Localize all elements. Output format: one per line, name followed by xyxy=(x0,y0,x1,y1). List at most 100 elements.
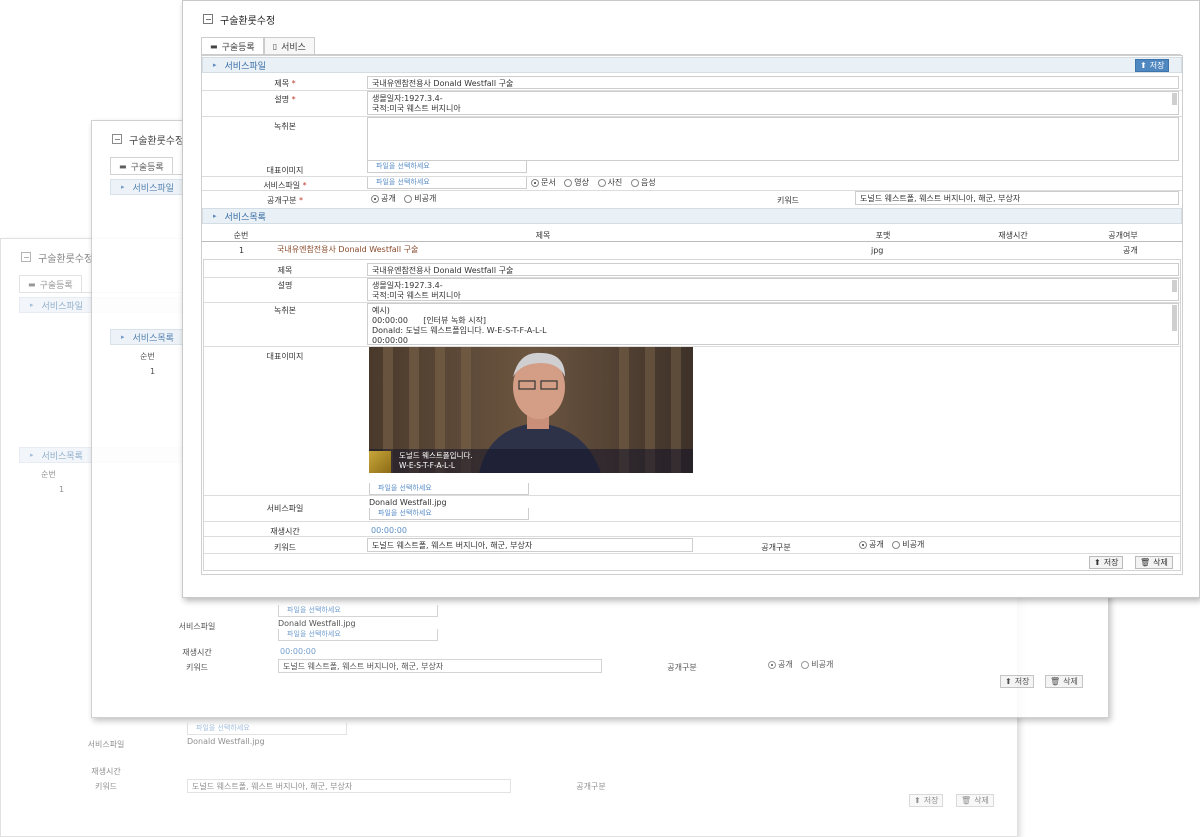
detail-title-input[interactable]: 국내유엔참전용사 Donald Westfall 구술 xyxy=(367,263,1179,276)
service-file-link[interactable]: 파일을 선택하세요 xyxy=(278,629,438,641)
divider xyxy=(204,277,1180,278)
row-title-link[interactable]: 국내유엔참전용사 Donald Westfall 구술 xyxy=(277,244,418,255)
tab-label: 구술등록 xyxy=(39,280,73,291)
list-icon: ▬ xyxy=(210,41,218,51)
tab-register[interactable]: ▬ 구술등록 xyxy=(110,157,173,174)
label-service-file: 서비스파일 xyxy=(178,622,216,631)
detail-service-file-name: Donald Westfall.jpg xyxy=(369,498,447,507)
detail-keyword-input[interactable]: 도널드 웨스트폴, 웨스트 버지니아, 해군, 부상자 xyxy=(367,538,693,552)
section-title: 서비스파일 xyxy=(41,301,83,312)
radio-label: 비공개 xyxy=(811,660,834,669)
radio-label: 문서 xyxy=(541,178,556,187)
divider xyxy=(202,190,1182,191)
label-duration: 재생시간 xyxy=(182,648,212,657)
service-file-link[interactable]: 파일을 선택하세요 xyxy=(367,177,527,189)
keyword-input[interactable]: 도널드 웨스트폴, 웨스트 버지니아, 해군, 부상자 xyxy=(278,659,602,673)
label-detail-rep-image: 대표이미지 xyxy=(266,352,304,361)
row-index: 1 xyxy=(150,367,156,376)
service-file-name: Donald Westfall.jpg xyxy=(278,619,356,628)
window-title: 구술환룻수정 xyxy=(129,135,185,147)
divider xyxy=(202,176,1182,177)
edit-button[interactable]: ⬆ 저장 xyxy=(1000,675,1035,688)
label-text: 공개구분 xyxy=(267,196,297,205)
caption-badge xyxy=(369,451,391,473)
label-keyword: 키워드 xyxy=(94,782,118,791)
radio-public[interactable]: 공개 xyxy=(371,193,396,204)
col-title-header: 제목 xyxy=(535,231,551,240)
tab-register[interactable]: ▬ 구술등록 xyxy=(19,275,82,292)
label-text: 제목 xyxy=(274,79,290,88)
edit-doc-icon xyxy=(112,134,122,144)
radio-private[interactable]: 비공개 xyxy=(892,539,924,550)
radio-circle-icon xyxy=(801,660,810,669)
detail-transcript-textarea[interactable]: 예시) 00:00:00 [인터뷰 녹화 시작] Donald: 도널드 웨스트… xyxy=(367,303,1179,345)
scrollbar[interactable] xyxy=(1172,305,1177,331)
delete-button[interactable]: 🗑 삭제 xyxy=(1135,556,1173,569)
detail-service-file-link[interactable]: 파일을 선택하세요 xyxy=(369,508,529,520)
radio-photo[interactable]: 사진 xyxy=(597,177,622,188)
save-label: 저장 xyxy=(1149,61,1165,70)
radio-video[interactable]: 영상 xyxy=(564,177,589,188)
tab-service[interactable]: ▯ 서비스 xyxy=(263,37,315,54)
rep-image-file-link[interactable]: 파일을 선택하세요 xyxy=(187,723,347,735)
delete-button[interactable]: 🗑 삭제 xyxy=(956,794,994,807)
document-icon: ▯ xyxy=(272,41,278,51)
label-keyword: 키워드 xyxy=(185,663,209,672)
label-detail-title: 제목 xyxy=(277,266,293,275)
detail-duration-value: 00:00:00 xyxy=(371,526,407,535)
label-detail-public: 공개구분 xyxy=(761,543,791,552)
detail-description-textarea[interactable]: 생몰일자:1927.3.4- 국적:미국 웨스트 버지니아 xyxy=(367,278,1179,301)
photo-caption: 도널드 웨스트폴입니다. W-E-S-T-F-A-L-L xyxy=(369,449,693,473)
required-mark: * xyxy=(299,196,303,205)
radio-public[interactable]: 공개 xyxy=(859,539,884,550)
rep-image-photo: 도널드 웨스트폴입니다. W-E-S-T-F-A-L-L xyxy=(369,347,693,473)
edit-button[interactable]: ⬆ 저장 xyxy=(909,794,944,807)
tab-label: 구술등록 xyxy=(221,42,255,53)
description-textarea[interactable]: 생몰일자:1927.3.4- 국적:미국 웨스트 버지니아 xyxy=(367,91,1179,115)
radio-label: 공개 xyxy=(778,660,793,669)
label-service-file: 서비스파일 xyxy=(87,740,125,749)
transcript-textarea[interactable] xyxy=(367,117,1179,161)
delete-button[interactable]: 🗑 삭제 xyxy=(1045,675,1083,688)
expand-arrow-icon: ▸ xyxy=(30,451,34,459)
rep-image-file-link[interactable]: 파일을 선택하세요 xyxy=(367,161,527,173)
scrollbar[interactable] xyxy=(1172,93,1177,105)
section-service-list[interactable]: ▸ 서비스목록 xyxy=(202,208,1182,224)
save-button[interactable]: ⬆ 저장 xyxy=(1135,59,1170,72)
label-text: 설명 xyxy=(274,95,290,104)
section-service-file[interactable]: ▸ 서비스파일 xyxy=(202,57,1182,73)
keyword-input[interactable]: 도널드 웨스트폴, 웨스트 버지니아, 해군, 부상자 xyxy=(187,779,511,793)
transcript-line-4: 00:00:00 xyxy=(372,336,408,345)
transcript-line-2: 00:00:00 [인터뷰 녹화 시작] xyxy=(372,316,1174,326)
label-detail-keyword: 키워드 xyxy=(273,543,297,552)
divider xyxy=(204,536,1180,537)
title-input[interactable]: 국내유엔참전용사 Donald Westfall 구술 xyxy=(367,76,1179,89)
scrollbar[interactable] xyxy=(1172,280,1177,292)
window-title: 구술환룻수정 xyxy=(220,15,276,27)
keyword-input[interactable]: 도널드 웨스트폴, 웨스트 버지니아, 해군, 부상자 xyxy=(855,191,1179,205)
label-duration: 재생시간 xyxy=(91,767,121,776)
divider xyxy=(202,90,1182,91)
radio-label: 음성 xyxy=(640,178,656,187)
radio-public[interactable]: 공개 xyxy=(768,659,793,670)
radio-private[interactable]: 비공개 xyxy=(801,659,833,670)
transcript-time: 00:00:00 xyxy=(372,316,408,325)
file-type-radio-group: 문서 영상 사진 음성 xyxy=(531,177,662,189)
label-description: 설명 * xyxy=(203,94,367,105)
tab-register[interactable]: ▬ 구술등록 xyxy=(201,37,264,54)
radio-circle-icon xyxy=(564,178,573,187)
detail-rep-image-file-link[interactable]: 파일을 선택하세요 xyxy=(369,483,529,495)
label-detail-service-file: 서비스파일 xyxy=(266,504,304,513)
radio-private[interactable]: 비공개 xyxy=(404,193,436,204)
divider xyxy=(202,116,1182,117)
rep-image-file-link[interactable]: 파일을 선택하세요 xyxy=(278,605,438,617)
expand-arrow-icon: ▸ xyxy=(121,333,125,341)
radio-label: 비공개 xyxy=(902,540,925,549)
edit-button[interactable]: ⬆ 저장 xyxy=(1089,556,1124,569)
required-mark: * xyxy=(291,95,296,104)
label-transcript: 녹취본 xyxy=(273,122,297,131)
radio-audio[interactable]: 음성 xyxy=(630,177,656,188)
window-title: 구술환룻수정 xyxy=(38,253,94,265)
radio-document[interactable]: 문서 xyxy=(531,177,556,188)
label-public: 공개구분 * xyxy=(203,195,367,206)
